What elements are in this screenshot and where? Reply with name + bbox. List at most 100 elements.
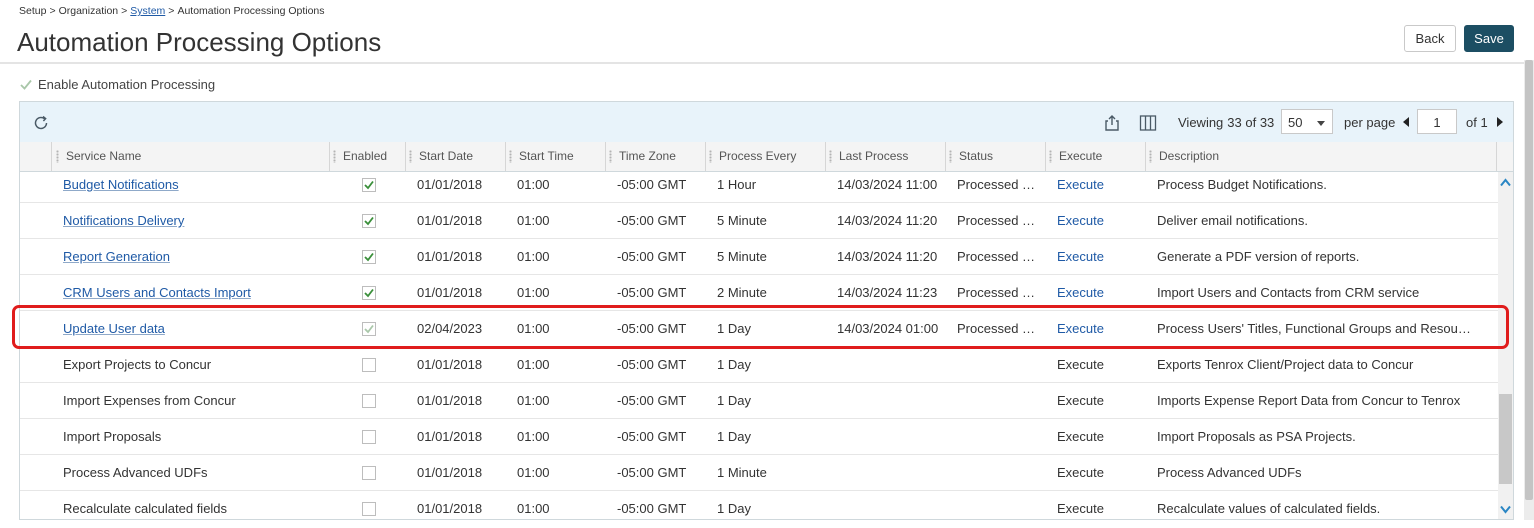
grip-icon[interactable]: [409, 150, 412, 163]
chevron-down-icon[interactable]: [1500, 502, 1511, 514]
grip-icon[interactable]: [1149, 150, 1152, 163]
per-page-select[interactable]: 50: [1281, 109, 1333, 134]
execute-link[interactable]: Execute: [1057, 311, 1147, 347]
enable-automation-label: Enable Automation Processing: [38, 77, 216, 92]
header-start-date[interactable]: Start Date: [406, 142, 506, 171]
grip-icon[interactable]: [509, 150, 512, 163]
process-every: 1 Hour: [717, 177, 757, 192]
execute-link[interactable]: Execute: [1057, 455, 1147, 491]
grid-scrollbar-thumb[interactable]: [1499, 394, 1512, 484]
enabled-checkbox[interactable]: [362, 383, 392, 419]
enabled-checkbox[interactable]: [362, 275, 392, 311]
service-name[interactable]: Report Generation: [63, 239, 328, 275]
grip-icon[interactable]: [709, 150, 712, 163]
enabled-checkbox[interactable]: [362, 419, 392, 455]
checkbox[interactable]: [362, 465, 376, 480]
header-label: Execute: [1059, 149, 1103, 163]
start-time: 01:00: [517, 285, 550, 300]
last-process: [837, 383, 947, 419]
grid-header: Service Name Enabled Start Date Start Ti…: [20, 142, 1513, 172]
status: [957, 347, 1037, 383]
table-row: Notifications Delivery 01/01/2018 01:00 -05…: [20, 203, 1498, 239]
save-button[interactable]: Save: [1464, 25, 1514, 52]
back-button[interactable]: Back: [1404, 25, 1456, 52]
checkbox[interactable]: [362, 213, 376, 228]
header-time-zone[interactable]: Time Zone: [606, 142, 706, 171]
description: Process Budget Notifications.: [1157, 177, 1327, 192]
checkbox[interactable]: [362, 357, 376, 372]
checkbox[interactable]: [362, 393, 376, 408]
table-row: Import Expenses from Concur 01/01/2018 01:…: [20, 383, 1498, 419]
checkbox[interactable]: [362, 285, 376, 300]
header-description[interactable]: Description: [1146, 142, 1497, 171]
breadcrumb-setup[interactable]: Setup: [19, 5, 46, 17]
execute-link[interactable]: Execute: [1057, 383, 1147, 419]
grip-icon[interactable]: [949, 150, 952, 163]
enabled-checkbox[interactable]: [362, 491, 392, 519]
grip-icon[interactable]: [829, 150, 832, 163]
execute-link[interactable]: Execute: [1057, 239, 1147, 275]
header-last-process[interactable]: Last Process: [826, 142, 946, 171]
service-name[interactable]: Budget Notifications: [63, 172, 328, 203]
enabled-checkbox[interactable]: [362, 239, 392, 275]
execute-link[interactable]: Execute: [1057, 275, 1147, 311]
viewing-count: Viewing 33 of 33: [1178, 115, 1274, 130]
header-service-name[interactable]: Service Name: [53, 142, 330, 171]
last-process: [837, 455, 947, 491]
grip-icon[interactable]: [56, 150, 59, 163]
enable-automation-checkbox[interactable]: [19, 78, 32, 91]
header-status[interactable]: Status: [946, 142, 1046, 171]
service-name[interactable]: Update User data: [63, 311, 328, 347]
refresh-icon[interactable]: [32, 114, 50, 132]
time-zone: -05:00 GMT: [617, 249, 687, 264]
time-zone: -05:00 GMT: [617, 429, 687, 444]
header-label: Start Date: [419, 149, 474, 163]
enabled-checkbox[interactable]: [362, 172, 392, 203]
process-every: 1 Minute: [717, 465, 767, 480]
checkbox[interactable]: [362, 429, 376, 444]
export-icon[interactable]: [1103, 114, 1121, 132]
execute-link[interactable]: Execute: [1057, 347, 1147, 383]
execute-link[interactable]: Execute: [1057, 419, 1147, 455]
grip-icon[interactable]: [609, 150, 612, 163]
chevron-right-icon[interactable]: [1497, 117, 1503, 127]
breadcrumb-system-link[interactable]: System: [130, 5, 165, 17]
page-number-input[interactable]: 1: [1417, 109, 1457, 134]
checkbox[interactable]: [362, 249, 376, 264]
header-spacer: [20, 142, 52, 171]
execute-link[interactable]: Execute: [1057, 172, 1147, 203]
viewing-count-value: 33 of 33: [1227, 115, 1275, 130]
description: Recalculate values of calculated fields.: [1157, 501, 1381, 516]
checkbox[interactable]: [362, 321, 376, 336]
process-every: 1 Day: [717, 393, 751, 408]
grid-scrollbar[interactable]: [1498, 172, 1513, 519]
checkbox[interactable]: [362, 501, 376, 516]
execute-link[interactable]: Execute: [1057, 491, 1147, 519]
checkbox[interactable]: [362, 177, 376, 192]
enabled-checkbox[interactable]: [362, 203, 392, 239]
breadcrumb-organization[interactable]: Organization: [59, 5, 119, 17]
header-process-every[interactable]: Process Every: [706, 142, 826, 171]
header-label: Service Name: [66, 149, 142, 163]
grip-icon[interactable]: [333, 150, 336, 163]
columns-icon[interactable]: [1139, 114, 1157, 132]
header-execute[interactable]: Execute: [1046, 142, 1146, 171]
service-name: Recalculate calculated fields: [63, 501, 228, 516]
page-scrollbar-thumb[interactable]: [1525, 60, 1533, 500]
grip-icon[interactable]: [1049, 150, 1052, 163]
header-enabled[interactable]: Enabled: [330, 142, 406, 171]
enabled-checkbox[interactable]: [362, 311, 392, 347]
service-name[interactable]: Notifications Delivery: [63, 203, 328, 239]
last-process: 14/03/2024 11:23: [837, 285, 938, 300]
last-process: 14/03/2024 11:00: [837, 177, 938, 192]
check-icon: [364, 180, 374, 189]
header-start-time[interactable]: Start Time: [506, 142, 606, 171]
service-name[interactable]: CRM Users and Contacts Import: [63, 275, 328, 311]
execute-link[interactable]: Execute: [1057, 203, 1147, 239]
page-scrollbar[interactable]: [1524, 60, 1534, 520]
table-row: Recalculate calculated fields 01/01/2018 0…: [20, 491, 1498, 519]
chevron-left-icon[interactable]: [1403, 117, 1409, 127]
enabled-checkbox[interactable]: [362, 347, 392, 383]
enabled-checkbox[interactable]: [362, 455, 392, 491]
chevron-up-icon[interactable]: [1500, 175, 1511, 187]
